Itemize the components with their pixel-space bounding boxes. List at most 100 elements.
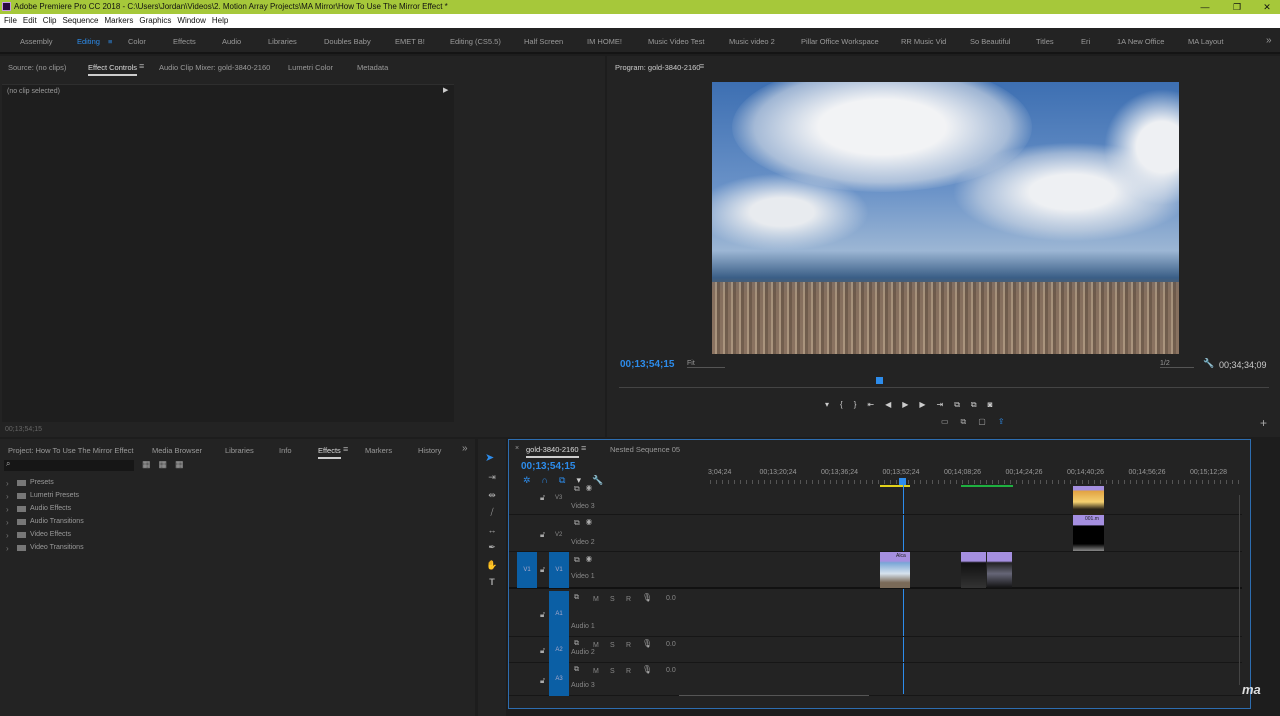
zoom-fit-dropdown[interactable]: Fit xyxy=(687,360,725,368)
workspace-half-screen[interactable]: Half Screen xyxy=(524,37,563,46)
microphone-icon[interactable]: 🎙︎ xyxy=(642,639,652,648)
timeline-vertical-scrollbar[interactable] xyxy=(1239,495,1240,685)
tab-markers[interactable]: Markers xyxy=(365,446,392,455)
panel-menu-icon[interactable]: ≡ xyxy=(139,61,144,71)
clip-v2[interactable]: 001.m xyxy=(1073,515,1104,551)
mute-button[interactable]: M xyxy=(593,642,599,649)
tab-project[interactable]: Project: How To Use The Mirror Effect xyxy=(8,446,133,455)
workspace-color[interactable]: Color xyxy=(128,37,146,46)
workspace-audio[interactable]: Audio xyxy=(222,37,241,46)
preset-filter-icons[interactable]: ▦▦▦ xyxy=(142,459,192,470)
workspace-menu-icon[interactable]: ≡ xyxy=(108,37,112,46)
lock-icon[interactable]: 🔓︎ xyxy=(540,530,545,540)
tab-lumetri-color[interactable]: Lumetri Color xyxy=(288,63,333,72)
folder-video-transitions[interactable]: › Video Transitions xyxy=(0,544,470,557)
tab-effects[interactable]: Effects xyxy=(318,446,341,459)
clip-v1-aerial[interactable]: Alca xyxy=(880,552,910,588)
panel-menu-icon[interactable]: ≡ xyxy=(699,61,704,71)
timeline-timecode[interactable]: 00;13;54;15 xyxy=(521,461,575,472)
workspace-editing[interactable]: Editing xyxy=(77,37,100,46)
panel-menu-icon[interactable]: ≡ xyxy=(581,443,586,453)
record-button[interactable]: R xyxy=(626,642,631,649)
transport-controls[interactable]: ▾{}⇤◀▶▶⇥⧉⧉◙ xyxy=(825,400,1003,410)
export-frame-icons[interactable]: ▭⧉▢⇪ xyxy=(941,417,1017,427)
workspace-libraries[interactable]: Libraries xyxy=(268,37,297,46)
track-volume[interactable]: 0.0 xyxy=(666,667,676,674)
tab-audio-clip-mixer[interactable]: Audio Clip Mixer: gold-3840-2160 xyxy=(159,63,270,72)
effects-search-input[interactable] xyxy=(4,460,134,471)
tab-nested-sequence-05[interactable]: Nested Sequence 05 xyxy=(610,445,680,454)
more-tabs-button[interactable]: » xyxy=(462,443,468,454)
add-button-icon[interactable]: + xyxy=(1260,416,1267,430)
tool-icons[interactable]: ⇥ ⇹ ⧸ ↔ ✒ ✋ T xyxy=(485,469,499,592)
playhead-marker[interactable] xyxy=(876,377,883,384)
workspaces-overflow-button[interactable]: » xyxy=(1266,35,1272,46)
clip-v1-night-1[interactable] xyxy=(961,552,986,588)
solo-button[interactable]: S xyxy=(610,596,615,603)
tab-media-browser[interactable]: Media Browser xyxy=(152,446,202,455)
menu-file[interactable]: File xyxy=(4,16,17,25)
clip-v3[interactable] xyxy=(1073,486,1104,515)
menu-graphics[interactable]: Graphics xyxy=(139,16,171,25)
workspace-effects[interactable]: Effects xyxy=(173,37,196,46)
tab-history[interactable]: History xyxy=(418,446,441,455)
playback-scrubber[interactable] xyxy=(619,387,1269,388)
workspace-im-home-[interactable]: IM HOME! xyxy=(587,37,622,46)
menu-window[interactable]: Window xyxy=(177,16,205,25)
timeline-tool-icons[interactable]: ✲∩⧉▾🔧 xyxy=(523,475,614,486)
workspace-ma-layout[interactable]: MA Layout xyxy=(1188,37,1223,46)
workspace-pillar-office-workspace[interactable]: Pillar Office Workspace xyxy=(801,37,879,46)
menu-help[interactable]: Help xyxy=(212,16,228,25)
workspace-rr-music-vid[interactable]: RR Music Vid xyxy=(901,37,946,46)
resolution-dropdown[interactable]: 1/2 xyxy=(1160,360,1194,368)
mute-button[interactable]: M xyxy=(593,596,599,603)
track-volume[interactable]: 0.0 xyxy=(666,595,676,602)
menu-sequence[interactable]: Sequence xyxy=(62,16,98,25)
tab-sequence-gold[interactable]: gold-3840-2160 xyxy=(526,445,579,458)
lock-icon[interactable]: 🔓︎ xyxy=(540,565,545,575)
menu-edit[interactable]: Edit xyxy=(23,16,37,25)
tab-libraries[interactable]: Libraries xyxy=(225,446,254,455)
sync-eye-icons[interactable]: ⧉◉ xyxy=(574,555,598,565)
source-patch-v1[interactable]: V1 xyxy=(517,552,537,588)
menu-markers[interactable]: Markers xyxy=(105,16,134,25)
workspace-music-video-test[interactable]: Music Video Test xyxy=(648,37,704,46)
sync-eye-icons[interactable]: ⧉◉ xyxy=(574,484,598,494)
track-target-v1[interactable]: V1 xyxy=(549,552,569,588)
lock-icon[interactable]: 🔓︎ xyxy=(540,646,545,656)
clip-v1-night-2[interactable] xyxy=(987,552,1012,588)
timeline-horizontal-scrollbar[interactable] xyxy=(679,695,869,696)
menu-clip[interactable]: Clip xyxy=(43,16,57,25)
close-tab-icon[interactable]: × xyxy=(515,445,519,452)
lock-icon[interactable]: 🔓︎ xyxy=(540,610,545,620)
workspace-titles[interactable]: Titles xyxy=(1036,37,1054,46)
folder-lumetri-presets[interactable]: › Lumetri Presets xyxy=(0,492,470,505)
record-button[interactable]: R xyxy=(626,596,631,603)
close-button[interactable]: ✕ xyxy=(1252,0,1280,14)
workspace-doubles-baby[interactable]: Doubles Baby xyxy=(324,37,371,46)
solo-button[interactable]: S xyxy=(610,668,615,675)
track-target-a2[interactable]: A2 xyxy=(549,637,569,663)
workspace-eri[interactable]: Eri xyxy=(1081,37,1090,46)
tab-metadata[interactable]: Metadata xyxy=(357,63,388,72)
solo-button[interactable]: S xyxy=(610,642,615,649)
workspace-1a-new-office[interactable]: 1A New Office xyxy=(1117,37,1164,46)
minimize-button[interactable]: — xyxy=(1190,0,1220,14)
panel-menu-icon[interactable]: ≡ xyxy=(343,444,348,454)
workspace-so-beautiful[interactable]: So Beautiful xyxy=(970,37,1010,46)
track-target-a1[interactable]: A1 xyxy=(549,591,569,637)
workspace-emet-b-[interactable]: EMET B! xyxy=(395,37,425,46)
folder-presets[interactable]: › Presets xyxy=(0,479,470,492)
folder-audio-transitions[interactable]: › Audio Transitions xyxy=(0,518,470,531)
lock-icon[interactable]: 🔓︎ xyxy=(540,493,545,503)
sync-lock-icon[interactable]: ⧉ xyxy=(574,594,579,602)
program-current-timecode[interactable]: 00;13;54;15 xyxy=(620,359,674,370)
folder-audio-effects[interactable]: › Audio Effects xyxy=(0,505,470,518)
microphone-icon[interactable]: 🎙︎ xyxy=(642,593,652,602)
folder-video-effects[interactable]: › Video Effects xyxy=(0,531,470,544)
workspace-music-video-2[interactable]: Music video 2 xyxy=(729,37,775,46)
microphone-icon[interactable]: 🎙︎ xyxy=(642,665,652,674)
lock-icon[interactable]: 🔓︎ xyxy=(540,676,545,686)
track-target-a3[interactable]: A3 xyxy=(549,663,569,696)
mute-button[interactable]: M xyxy=(593,668,599,675)
